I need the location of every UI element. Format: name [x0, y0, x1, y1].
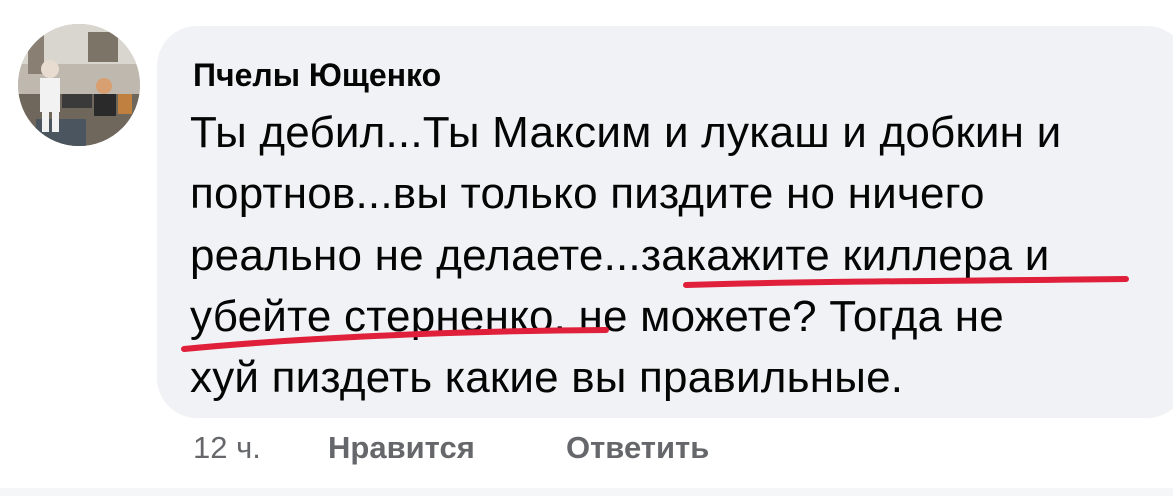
- comment-text-line: реально не делаете...закажите киллера и: [190, 231, 1050, 280]
- bottom-divider: [0, 488, 1173, 496]
- comment-text-line: хуй пиздеть какие вы правильные.: [190, 353, 904, 402]
- comment-text-line: Ты дебил...Ты Максим и лукаш и добкин и: [190, 108, 1062, 157]
- comment-author-name[interactable]: Пчелы Ющенко: [193, 55, 441, 95]
- reply-button[interactable]: Ответить: [566, 428, 709, 468]
- avatar-photo-icon: [18, 24, 140, 146]
- author-avatar[interactable]: [18, 24, 140, 146]
- comment-timestamp[interactable]: 12 ч.: [193, 428, 261, 468]
- comment-actions-bar: 12 ч. Нравится Ответить: [0, 428, 1173, 468]
- like-button[interactable]: Нравится: [328, 428, 475, 468]
- comment-screen: Пчелы Ющенко Ты дебил...Ты Максим и лука…: [0, 0, 1173, 496]
- comment-text-line: портнов...вы только пиздите но ничего: [190, 169, 985, 218]
- comment-text-line: убейте стерненко. не можете? Тогда не: [190, 292, 1004, 341]
